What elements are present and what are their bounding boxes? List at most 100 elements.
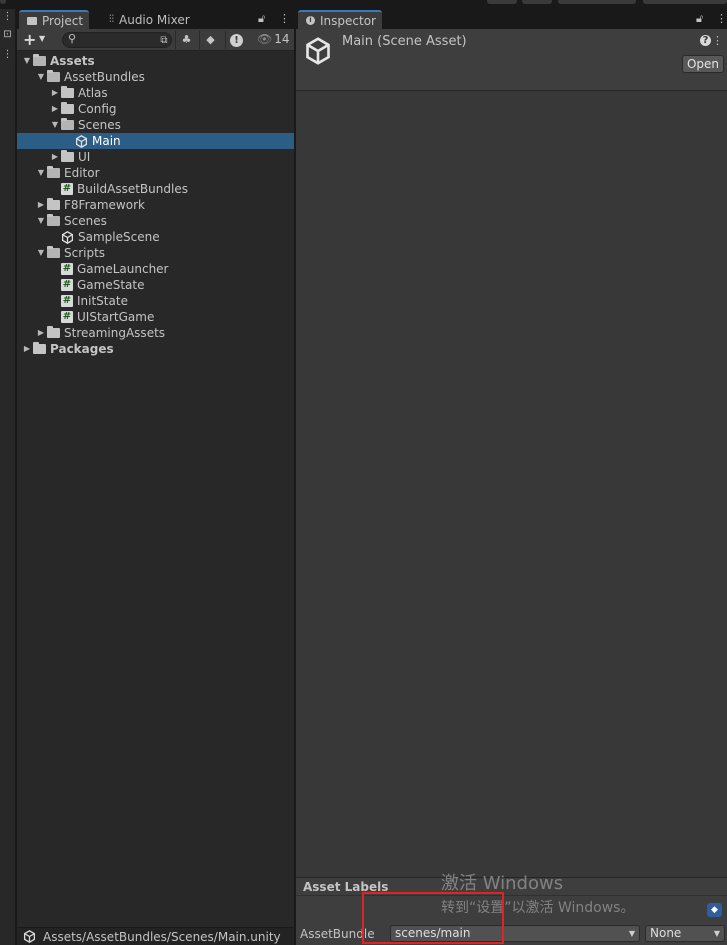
visible-count: 14 <box>274 32 290 46</box>
folder-open-icon <box>47 246 60 258</box>
chevron-down-icon[interactable]: ▼ <box>21 53 33 69</box>
folder-open-icon <box>47 166 60 178</box>
tab-project[interactable]: Project <box>19 10 90 29</box>
tree-item-label: GameLauncher <box>77 262 169 276</box>
tree-item[interactable]: ▼ AssetBundles <box>17 69 294 85</box>
more-options-icon[interactable]: ⋮ <box>712 34 723 47</box>
asset-variant-dropdown[interactable]: None ▼ <box>645 925 725 942</box>
toolbar-fragment <box>0 0 6 4</box>
tree-item-label: GameState <box>77 278 145 292</box>
tree-item[interactable]: ▶#BuildAssetBundles <box>17 181 294 197</box>
tree-item[interactable]: ▶ UI <box>17 149 294 165</box>
filter-by-type-icon[interactable]: ♣ <box>175 31 197 49</box>
tree-item-label: Editor <box>64 166 100 180</box>
project-toolbar: + ▼ ⚲ ⧉ ♣ ◆ ! 👁︎ 14 <box>17 29 294 51</box>
open-button[interactable]: Open <box>682 55 724 73</box>
tab-audio-mixer[interactable]: ⫶⫶ Audio Mixer <box>101 10 196 29</box>
tab-label: Project <box>42 13 84 28</box>
lock-icon[interactable]: 🔓︎ <box>258 12 265 26</box>
chevron-right-icon[interactable]: ▶ <box>21 341 33 357</box>
csharp-script-icon: # <box>61 263 73 275</box>
csharp-script-icon: # <box>61 311 73 323</box>
more-options-icon[interactable]: ⋮ <box>2 49 13 60</box>
toolbar-fragment <box>487 0 517 4</box>
tree-item-label: SampleScene <box>78 230 160 244</box>
tree-item-label: BuildAssetBundles <box>77 182 188 196</box>
inspector-panel: i Inspector 🔓︎ ⋮ Main (Scene Asset) ? ⋮ … <box>295 9 727 945</box>
csharp-script-icon: # <box>61 279 73 291</box>
tree-item[interactable]: ▼ Scenes <box>17 117 294 133</box>
tree-item[interactable]: ▼ Assets <box>17 53 294 69</box>
chevron-right-icon[interactable]: ▶ <box>49 101 61 117</box>
tree-item-label: Config <box>78 102 117 116</box>
folder-open-icon <box>47 70 60 82</box>
project-status-bar: Assets/AssetBundles/Scenes/Main.unity <box>17 927 294 945</box>
tab-inspector[interactable]: i Inspector <box>298 10 382 29</box>
filter-by-label-icon[interactable]: ◆ <box>199 31 221 49</box>
chevron-down-icon[interactable]: ▼ <box>35 245 47 261</box>
tree-item[interactable]: ▶ Config <box>17 101 294 117</box>
chevron-down-icon[interactable]: ▼ <box>39 34 45 43</box>
project-panel: Project ⫶⫶ Audio Mixer 🔓︎ ⋮ + ▼ ⚲ ⧉ ♣ ◆ … <box>17 9 294 945</box>
chevron-down-icon[interactable]: ▼ <box>35 69 47 85</box>
asset-variant-value: None <box>650 926 682 940</box>
chevron-down-icon[interactable]: ▼ <box>49 117 61 133</box>
chevron-down-icon: ▼ <box>628 929 635 938</box>
tree-item[interactable]: ▶#GameLauncher <box>17 261 294 277</box>
tree-item[interactable]: ▶ Packages <box>17 341 294 357</box>
tree-item[interactable]: ▶ Atlas <box>17 85 294 101</box>
eye-icon: 👁︎ <box>257 32 273 46</box>
tree-item[interactable]: ▼ Editor <box>17 165 294 181</box>
folder-open-icon <box>61 118 74 130</box>
create-plus-icon[interactable]: + <box>23 30 36 49</box>
tree-item[interactable]: ▶#UIStartGame <box>17 309 294 325</box>
tree-item-label: StreamingAssets <box>64 326 166 340</box>
tree-item-label: UI <box>78 150 91 164</box>
folder-open-icon <box>47 214 60 226</box>
more-options-icon[interactable]: ⋮ <box>279 12 290 25</box>
chevron-down-icon[interactable]: ▼ <box>35 213 47 229</box>
tree-item[interactable]: ▶Main <box>17 133 294 149</box>
chevron-down-icon[interactable]: ▼ <box>35 165 47 181</box>
unity-scene-icon <box>75 134 88 148</box>
tab-label: Audio Mixer <box>119 12 190 27</box>
more-options-icon[interactable]: ⋮ <box>2 11 13 22</box>
project-tree: ▼ Assets ▼ AssetBundles ▶ Atlas ▶ Config ▼ Scenes… <box>17 53 294 357</box>
more-options-icon[interactable]: ⋮ <box>716 12 727 25</box>
visibility-toggle[interactable]: 👁︎ 14 <box>257 32 290 46</box>
inspector-tabbar: i Inspector 🔓︎ ⋮ <box>296 9 727 29</box>
log-warning-icon[interactable]: ! <box>225 31 247 49</box>
tree-item[interactable]: ▶#InitState <box>17 293 294 309</box>
tree-item[interactable]: ▼ Scripts <box>17 245 294 261</box>
folder-icon <box>47 326 60 338</box>
inspector-title: Main (Scene Asset) <box>342 34 467 49</box>
chevron-right-icon[interactable]: ▶ <box>35 325 47 341</box>
search-by-type-icon[interactable]: ⧉ <box>153 32 175 50</box>
tree-item-label: Scenes <box>64 214 107 228</box>
tree-item[interactable]: ▶ F8Framework <box>17 197 294 213</box>
chevron-right-icon[interactable]: ▶ <box>49 149 61 165</box>
inspector-header: Main (Scene Asset) ? ⋮ Open <box>296 29 727 91</box>
search-icon: ⚲ <box>68 32 77 45</box>
csharp-script-icon: # <box>61 295 73 307</box>
asset-path: Assets/AssetBundles/Scenes/Main.unity <box>43 929 281 944</box>
toolbar-fragment <box>558 0 636 4</box>
chevron-right-icon[interactable]: ▶ <box>35 197 47 213</box>
highlight-box <box>362 892 504 944</box>
tree-item[interactable]: ▶ StreamingAssets <box>17 325 294 341</box>
info-icon: i <box>306 16 315 25</box>
tree-item[interactable]: ▼ Scenes <box>17 213 294 229</box>
folder-icon <box>61 102 74 114</box>
help-icon[interactable]: ? <box>700 35 711 46</box>
folder-icon <box>47 198 60 210</box>
tree-item[interactable]: ▶#GameState <box>17 277 294 293</box>
folder-icon <box>61 86 74 98</box>
tag-icon[interactable]: ◆ <box>707 903 722 917</box>
tree-item[interactable]: ▶SampleScene <box>17 229 294 245</box>
search-scene-icon[interactable]: ⊡ <box>2 29 13 40</box>
lock-icon[interactable]: 🔓︎ <box>696 12 703 26</box>
unity-scene-icon <box>23 930 36 943</box>
tree-item-label: InitState <box>77 294 128 308</box>
tab-label: Inspector <box>320 13 376 28</box>
chevron-right-icon[interactable]: ▶ <box>49 85 61 101</box>
